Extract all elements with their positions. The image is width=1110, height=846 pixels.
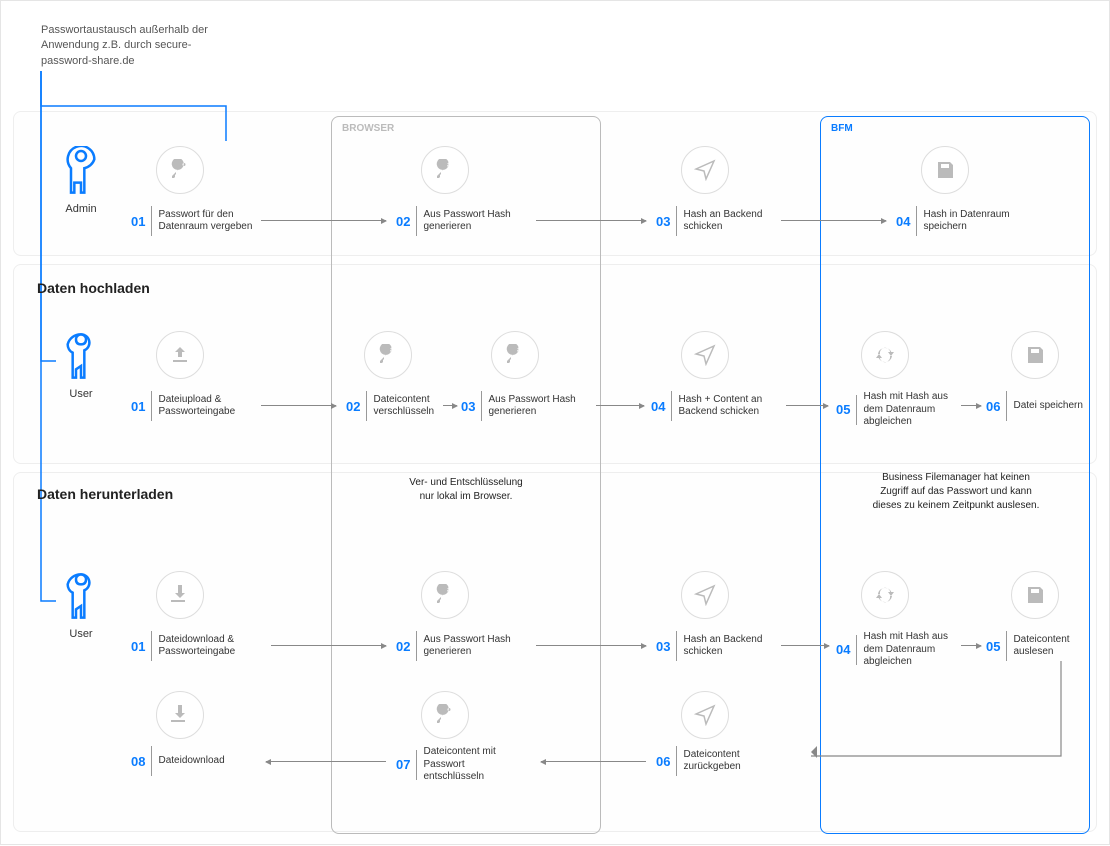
panel-bfm-label: BFM (831, 123, 853, 134)
step-r2-03: 03 Aus Passwort Hash generieren (461, 391, 588, 421)
step-r1-01: 01 Passwort für den Datenraum vergeben (131, 206, 258, 236)
step-r3-08: 08 Dateidownload (131, 746, 225, 776)
step-r3-07: 07 Dateicontent mit Passwort entschlüsse… (396, 746, 523, 784)
hash-icon (364, 331, 412, 379)
arrow-r2-c (596, 405, 644, 406)
arrow-r3-ret-b (266, 761, 386, 762)
save-icon (1011, 571, 1059, 619)
step-r1-03: 03 Hash an Backend schicken (656, 206, 783, 236)
step-r2-04: 04 Hash + Content an Backend schicken (651, 391, 778, 421)
arrow-r2-d (786, 405, 828, 406)
hash-icon (421, 146, 469, 194)
actor-admin-label: Admin (51, 203, 111, 215)
arrow-r2-a (261, 405, 336, 406)
step-r3-02: 02 Aus Passwort Hash generieren (396, 631, 523, 661)
actor-user2-label: User (51, 628, 111, 640)
hash-icon (491, 331, 539, 379)
step-r3-04: 04 Hash mit Hash aus dem Datenraum abgle… (836, 631, 963, 669)
step-r3-01: 01 Dateidownload & Passworteingabe (131, 631, 258, 661)
upload-icon (156, 331, 204, 379)
arrow-r3-a (271, 645, 386, 646)
download-icon (156, 691, 204, 739)
send-icon (681, 331, 729, 379)
sync-icon (861, 571, 909, 619)
hash-icon (421, 571, 469, 619)
key-icon (156, 146, 204, 194)
actor-user-upload: User (51, 331, 111, 400)
arrow-r3-d (961, 645, 981, 646)
arrow-r1-a (261, 220, 386, 221)
save-icon (921, 146, 969, 194)
intro-text: Passwortaustausch außerhalb der Anwendun… (41, 23, 221, 69)
step-r3-06: 06 Dateicontent zurückgeben (656, 746, 783, 776)
download-icon (156, 571, 204, 619)
actor-user-download: User (51, 571, 111, 640)
panel-browser-label: BROWSER (342, 123, 394, 134)
actor-user1-label: User (51, 388, 111, 400)
arrow-r3-c (781, 645, 829, 646)
save-icon (1011, 331, 1059, 379)
title-download: Daten herunterladen (37, 486, 173, 502)
arrow-r2-b (443, 405, 457, 406)
send-icon (681, 146, 729, 194)
note-browser: Ver- und Entschlüsselung nur lokal im Br… (391, 476, 541, 504)
send-icon (681, 571, 729, 619)
step-r1-04: 04 Hash in Datenraum speichern (896, 206, 1023, 236)
arrow-r1-b (536, 220, 646, 221)
arrow-r2-e (961, 405, 981, 406)
step-r2-05: 05 Hash mit Hash aus dem Datenraum abgle… (836, 391, 963, 429)
step-r3-05: 05 Dateicontent auslesen (986, 631, 1109, 661)
diagram-canvas: BROWSER BFM Passwortaustausch außerhalb … (0, 0, 1110, 845)
step-r2-02: 02 Dateicontent verschlüsseln (346, 391, 443, 421)
note-bfm: Business Filemanager hat keinen Zugriff … (846, 471, 1066, 513)
arrow-r1-c (781, 220, 886, 221)
sync-icon (861, 331, 909, 379)
send-icon (681, 691, 729, 739)
step-r1-02: 02 Aus Passwort Hash generieren (396, 206, 523, 236)
arrow-r3-ret-a (541, 761, 646, 762)
actor-admin: Admin (51, 146, 111, 215)
title-upload: Daten hochladen (37, 280, 150, 296)
step-r2-01: 01 Dateiupload & Passworteingabe (131, 391, 258, 421)
arrow-r3-b (536, 645, 646, 646)
step-r2-06: 06 Datei speichern (986, 391, 1083, 421)
step-r3-03: 03 Hash an Backend schicken (656, 631, 783, 661)
key-icon (421, 691, 469, 739)
